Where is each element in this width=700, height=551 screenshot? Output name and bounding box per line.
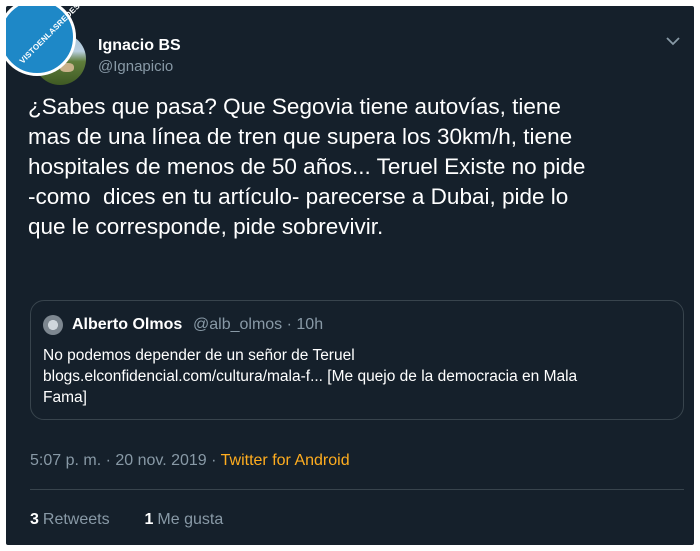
author-name[interactable]: Ignacio BS: [98, 37, 181, 55]
quoted-tweet[interactable]: Alberto Olmos @alb_olmos · 10h No podemo…: [30, 300, 684, 420]
quoted-text: No podemos depender de un señor de Terue…: [43, 345, 663, 408]
retweets-count: 3: [30, 511, 39, 528]
tweet-source-link[interactable]: Twitter for Android: [221, 452, 350, 469]
author-handle[interactable]: @Ignapicio: [98, 58, 173, 75]
tweet-meta: 5:07 p. m. · 20 nov. 2019 · Twitter for …: [30, 452, 350, 470]
likes-stat[interactable]: 1 Me gusta: [145, 511, 224, 528]
quoted-text-line: Fama]: [43, 389, 87, 406]
retweets-stat[interactable]: 3 Retweets: [30, 511, 110, 528]
tweet-stats: 3 Retweets 1 Me gusta: [30, 511, 223, 529]
quoted-avatar[interactable]: [43, 315, 63, 335]
likes-label: Me gusta: [157, 511, 224, 528]
quoted-author-handle-time[interactable]: @alb_olmos · 10h: [193, 316, 323, 334]
tweet-timestamp[interactable]: 5:07 p. m. · 20 nov. 2019 ·: [30, 452, 221, 469]
chevron-down-icon[interactable]: [661, 33, 685, 53]
quoted-text-line: blogs.elconfidencial.com/cultura/mala-f.…: [43, 368, 578, 385]
quoted-text-line: No podemos depender de un señor de Terue…: [43, 347, 355, 364]
quoted-author-name[interactable]: Alberto Olmos: [72, 316, 182, 334]
tweet-text: ¿Sabes que pasa? Que Segovia tiene autov…: [28, 94, 586, 239]
retweets-label: Retweets: [42, 511, 110, 528]
divider: [30, 489, 684, 490]
tweet-card: VISTOENLASREDES Ignacio BS @Ignapicio ¿S…: [6, 6, 694, 545]
likes-count: 1: [144, 511, 154, 528]
